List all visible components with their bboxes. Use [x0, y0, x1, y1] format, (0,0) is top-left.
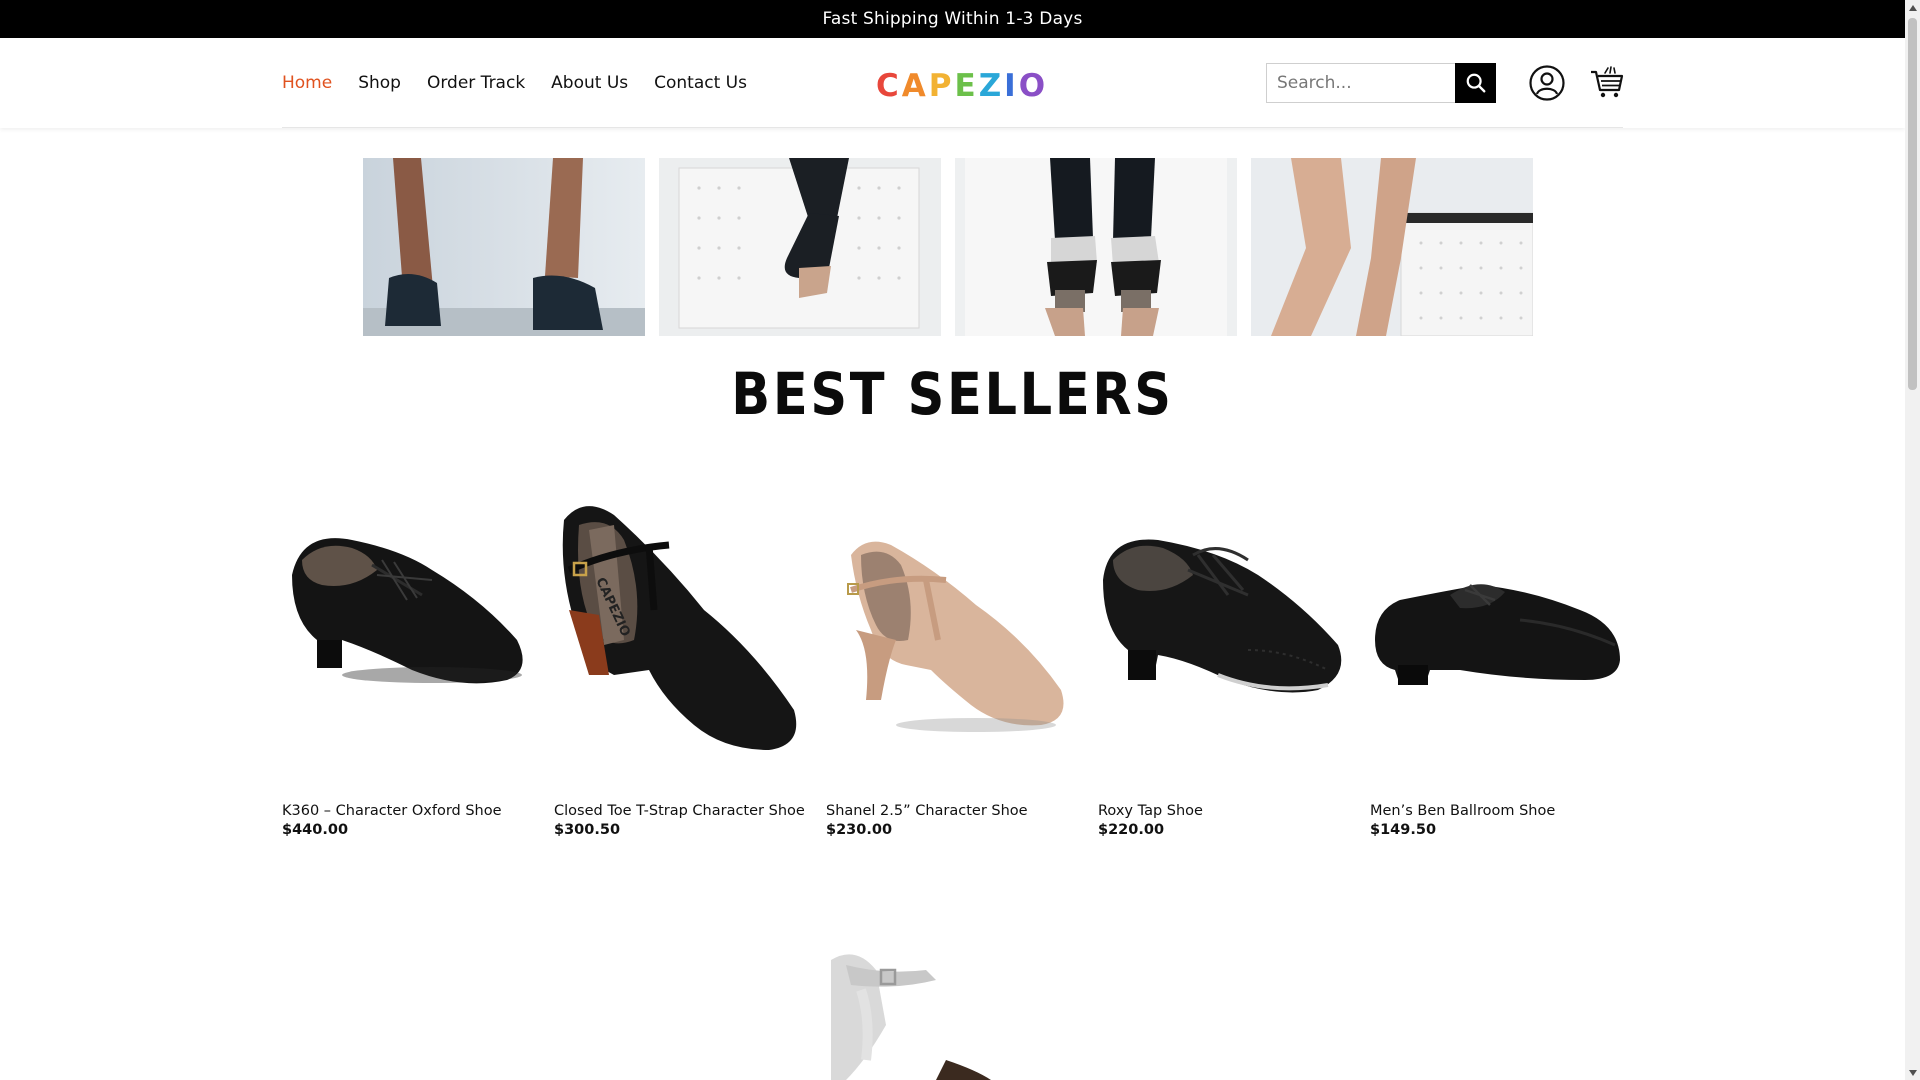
product-price: $230.00: [826, 822, 893, 838]
search-button[interactable]: [1455, 63, 1496, 103]
partial-product-image[interactable]: [826, 950, 1016, 1080]
product-price: $300.50: [554, 822, 621, 838]
product-image[interactable]: [826, 500, 1078, 790]
product-card[interactable]: K360 – Character Oxford Shoe $440.00: [282, 500, 534, 838]
shopping-cart-icon: [1591, 66, 1624, 98]
product-name[interactable]: K360 – Character Oxford Shoe: [282, 802, 534, 821]
product-name[interactable]: Closed Toe T-Strap Character Shoe: [554, 802, 806, 821]
search-icon: [1466, 73, 1485, 93]
silver-ballroom-heel-shoe: [831, 954, 991, 1080]
logo-letter: C: [876, 68, 902, 104]
logo-letter: E: [954, 68, 979, 104]
dancer-feet-photo: [1251, 158, 1533, 336]
tan-t-strap-heel-shoe: [847, 541, 1064, 732]
logo-letter: O: [1018, 68, 1049, 104]
product-image[interactable]: CAPEZIO: [554, 500, 806, 790]
product-name[interactable]: Shanel 2.5” Character Shoe: [826, 802, 1078, 821]
page-scrollbar[interactable]: [1905, 0, 1920, 1080]
product-image[interactable]: [282, 500, 534, 790]
product-name[interactable]: Men’s Ben Ballroom Shoe: [1370, 802, 1622, 821]
section-title: BEST SELLERS: [731, 360, 1174, 428]
nav-item-home[interactable]: Home: [282, 73, 332, 93]
site-header: Home Shop Order Track About Us Contact U…: [0, 38, 1905, 128]
black-oxford-character-shoe: [292, 538, 523, 684]
dancer-feet-photo: [363, 158, 645, 336]
black-t-strap-heel-shoe: CAPEZIO: [562, 506, 797, 750]
user-account-icon: [1529, 65, 1565, 101]
product-price: $220.00: [1098, 822, 1165, 838]
hero-tile-1[interactable]: [363, 158, 645, 336]
site-logo[interactable]: C A P E Z I O: [876, 66, 1048, 106]
hero-tile-4[interactable]: [1251, 158, 1533, 336]
search-form: [1266, 63, 1496, 103]
nav-item-shop[interactable]: Shop: [358, 73, 401, 93]
main-nav: Home Shop Order Track About Us Contact U…: [282, 38, 747, 128]
hero-tile-3[interactable]: [955, 158, 1237, 336]
announcement-text: Fast Shipping Within 1-3 Days: [822, 9, 1083, 29]
hero-tile-2[interactable]: [659, 158, 941, 336]
product-card[interactable]: Roxy Tap Shoe $220.00: [1098, 500, 1350, 838]
nav-item-order-track[interactable]: Order Track: [427, 73, 525, 93]
product-card[interactable]: CAPEZIO Closed Toe T-Strap Character Sho…: [554, 500, 806, 838]
product-grid: K360 – Character Oxford Shoe $440.00 CAP…: [282, 500, 1622, 838]
search-input[interactable]: [1266, 63, 1455, 103]
product-name[interactable]: Roxy Tap Shoe: [1098, 802, 1350, 821]
product-image[interactable]: [1098, 500, 1350, 790]
product-price: $440.00: [282, 822, 349, 838]
nav-item-about-us[interactable]: About Us: [551, 73, 628, 93]
product-card[interactable]: Men’s Ben Ballroom Shoe $149.50: [1370, 500, 1622, 838]
black-ballroom-shoe: [1375, 584, 1620, 685]
black-wingtip-tap-shoe: [1103, 539, 1342, 693]
product-image[interactable]: [1370, 500, 1622, 790]
cart-button[interactable]: [1589, 64, 1625, 100]
dancer-feet-photo: [659, 158, 941, 336]
account-button[interactable]: [1529, 65, 1565, 101]
scroll-up-arrow-icon[interactable]: [1905, 0, 1920, 15]
scrollbar-thumb[interactable]: [1908, 18, 1917, 390]
hero-image-strip: [363, 158, 1533, 336]
logo-letter: Z: [978, 68, 1005, 104]
logo-letter: I: [1004, 68, 1019, 104]
scroll-down-arrow-icon[interactable]: [1905, 1065, 1920, 1080]
product-price: $149.50: [1370, 822, 1437, 838]
logo-letter: P: [928, 68, 955, 104]
product-card[interactable]: Shanel 2.5” Character Shoe $230.00: [826, 500, 1078, 838]
nav-item-contact-us[interactable]: Contact Us: [654, 73, 747, 93]
announcement-bar: Fast Shipping Within 1-3 Days: [0, 0, 1905, 38]
header-divider: [282, 127, 1623, 128]
logo-letter: A: [901, 68, 929, 104]
dancer-feet-photo: [955, 158, 1237, 336]
